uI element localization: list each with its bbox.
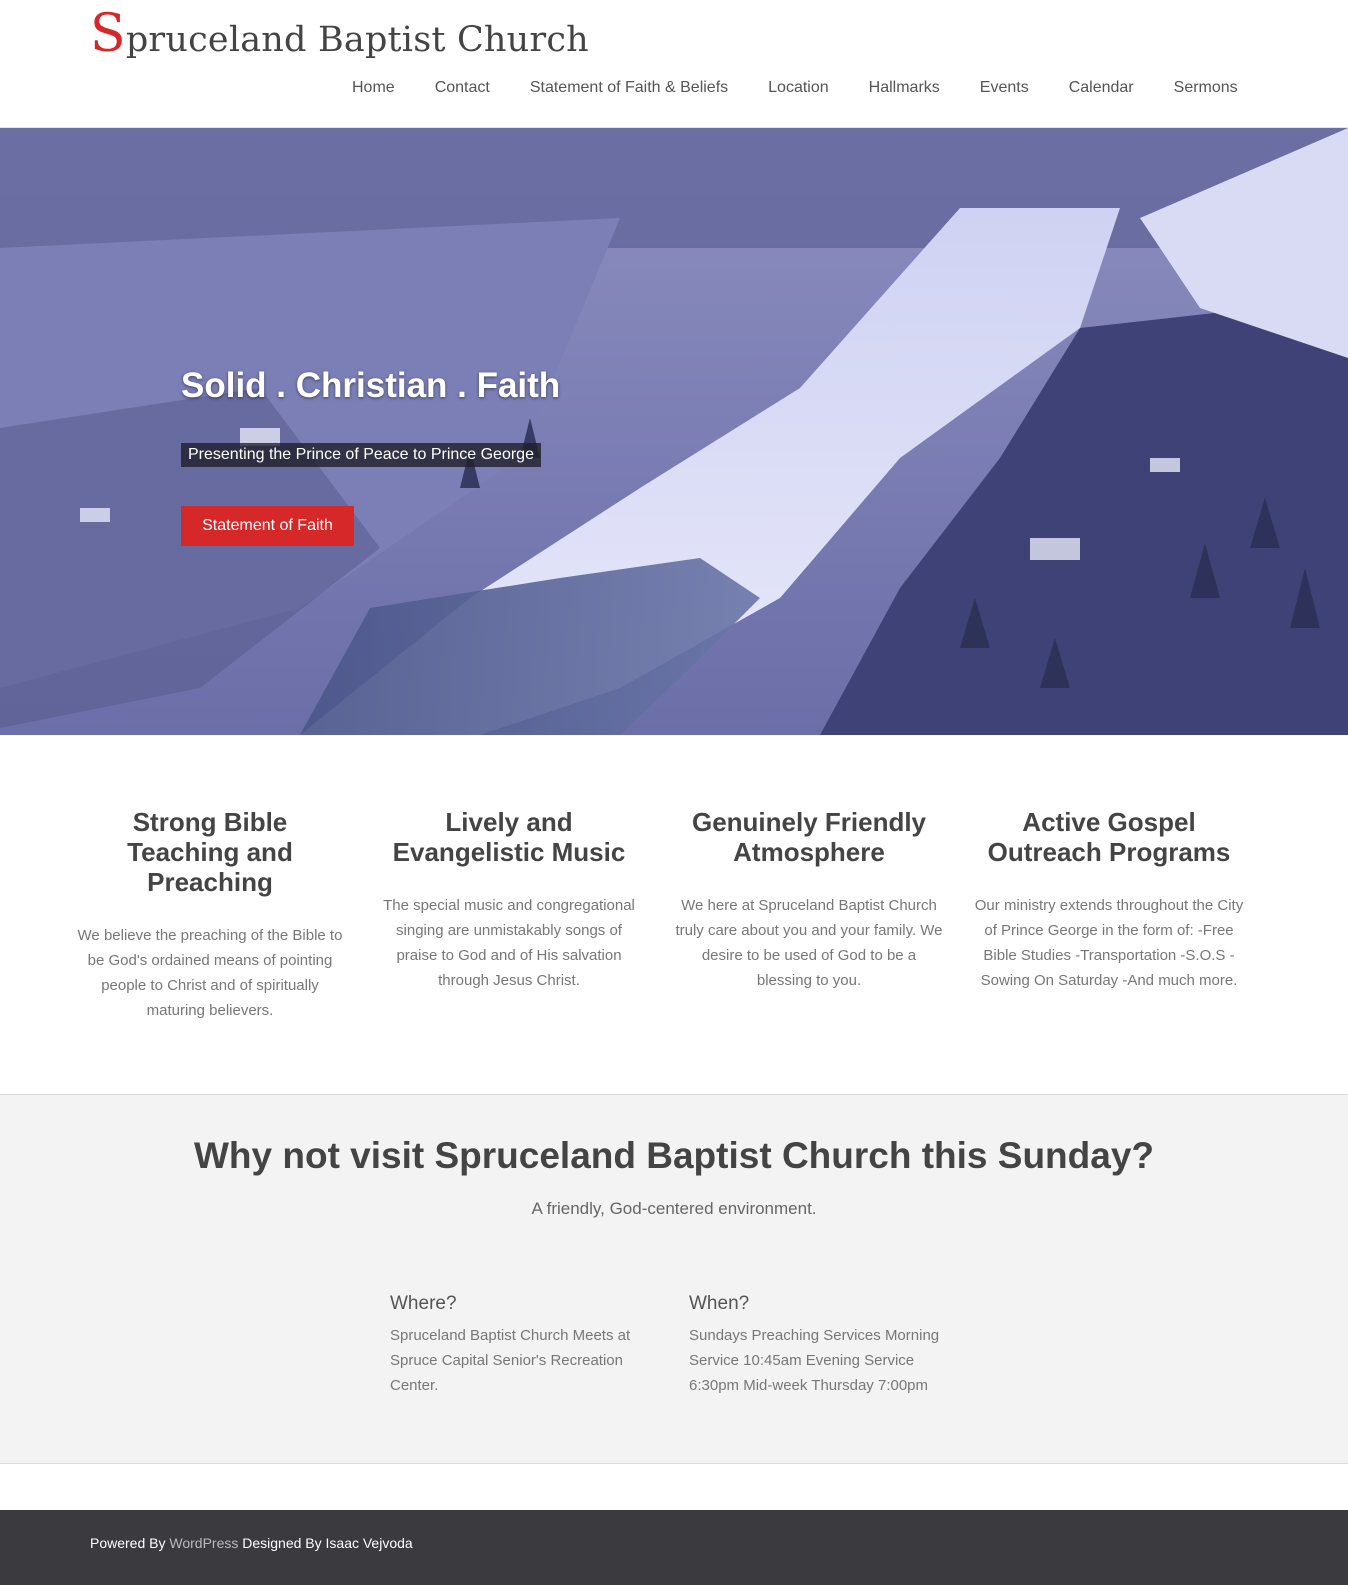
feature-title: Genuinely Friendly Atmosphere bbox=[691, 807, 927, 867]
nav-statement-of-faith[interactable]: Statement of Faith & Beliefs bbox=[517, 77, 741, 99]
feature-title: Active Gospel Outreach Programs bbox=[987, 807, 1231, 867]
wordpress-link[interactable]: WordPress bbox=[169, 1535, 238, 1551]
when-column: When? Sundays Preaching Services Morning… bbox=[689, 1293, 944, 1398]
feature-title: Strong Bible Teaching and Preaching bbox=[127, 807, 293, 897]
hero-title: Solid . Christian . Faith bbox=[181, 366, 561, 405]
logo-initial: S bbox=[90, 4, 126, 64]
feature-text: The special music and congregational sin… bbox=[383, 897, 635, 989]
where-text: Spruceland Baptist Church Meets at Spruc… bbox=[390, 1327, 631, 1394]
features-section: Strong Bible Teaching and Preaching We b… bbox=[0, 735, 1348, 1094]
footer-credits: Powered By WordPress Designed By Isaac V… bbox=[90, 1535, 413, 1551]
where-column: Where? Spruceland Baptist Church Meets a… bbox=[390, 1293, 645, 1398]
visit-section: Why not visit Spruceland Baptist Church … bbox=[0, 1094, 1348, 1464]
hero-banner: Solid . Christian . Faith Presenting the… bbox=[0, 128, 1348, 735]
footer-powered-by: Powered By bbox=[90, 1535, 166, 1551]
nav-sermons[interactable]: Sermons bbox=[1161, 77, 1251, 99]
nav-calendar[interactable]: Calendar bbox=[1056, 77, 1147, 99]
where-title: Where? bbox=[390, 1293, 457, 1314]
nav-location[interactable]: Location bbox=[755, 77, 842, 99]
feature-bible-teaching: Strong Bible Teaching and Preaching We b… bbox=[75, 807, 345, 1023]
logo-text: pruceland Baptist Church bbox=[125, 20, 589, 60]
footer-designer: Designed By Isaac Vejvoda bbox=[242, 1535, 413, 1551]
feature-text: We here at Spruceland Baptist Church tru… bbox=[675, 897, 943, 989]
when-text: Sundays Preaching Services Morning Servi… bbox=[689, 1327, 940, 1394]
nav-hallmarks[interactable]: Hallmarks bbox=[856, 77, 953, 99]
nav-contact[interactable]: Contact bbox=[422, 77, 503, 99]
nav-events[interactable]: Events bbox=[967, 77, 1042, 99]
visit-tagline: A friendly, God-centered environment. bbox=[531, 1199, 817, 1218]
main-nav: Home Contact Statement of Faith & Belief… bbox=[332, 77, 1258, 99]
site-footer: Powered By WordPress Designed By Isaac V… bbox=[0, 1510, 1348, 1585]
hero-subtitle: Presenting the Prince of Peace to Prince… bbox=[181, 443, 541, 467]
feature-text: We believe the preaching of the Bible to… bbox=[77, 927, 343, 1019]
feature-friendly-atmosphere: Genuinely Friendly Atmosphere We here at… bbox=[674, 807, 944, 993]
site-header: Spruceland Baptist Church Home Contact S… bbox=[0, 0, 1348, 128]
statement-of-faith-button[interactable]: Statement of Faith bbox=[181, 506, 354, 546]
feature-text: Our ministry extends throughout the City… bbox=[974, 897, 1244, 989]
nav-home[interactable]: Home bbox=[339, 77, 408, 99]
hero-winter-landscape-image bbox=[0, 128, 1348, 735]
site-logo[interactable]: Spruceland Baptist Church bbox=[90, 8, 589, 60]
feature-title: Lively and Evangelistic Music bbox=[392, 807, 626, 867]
when-title: When? bbox=[689, 1293, 750, 1314]
feature-outreach: Active Gospel Outreach Programs Our mini… bbox=[974, 807, 1244, 993]
visit-heading: Why not visit Spruceland Baptist Church … bbox=[193, 1135, 1155, 1176]
feature-music: Lively and Evangelistic Music The specia… bbox=[374, 807, 644, 993]
